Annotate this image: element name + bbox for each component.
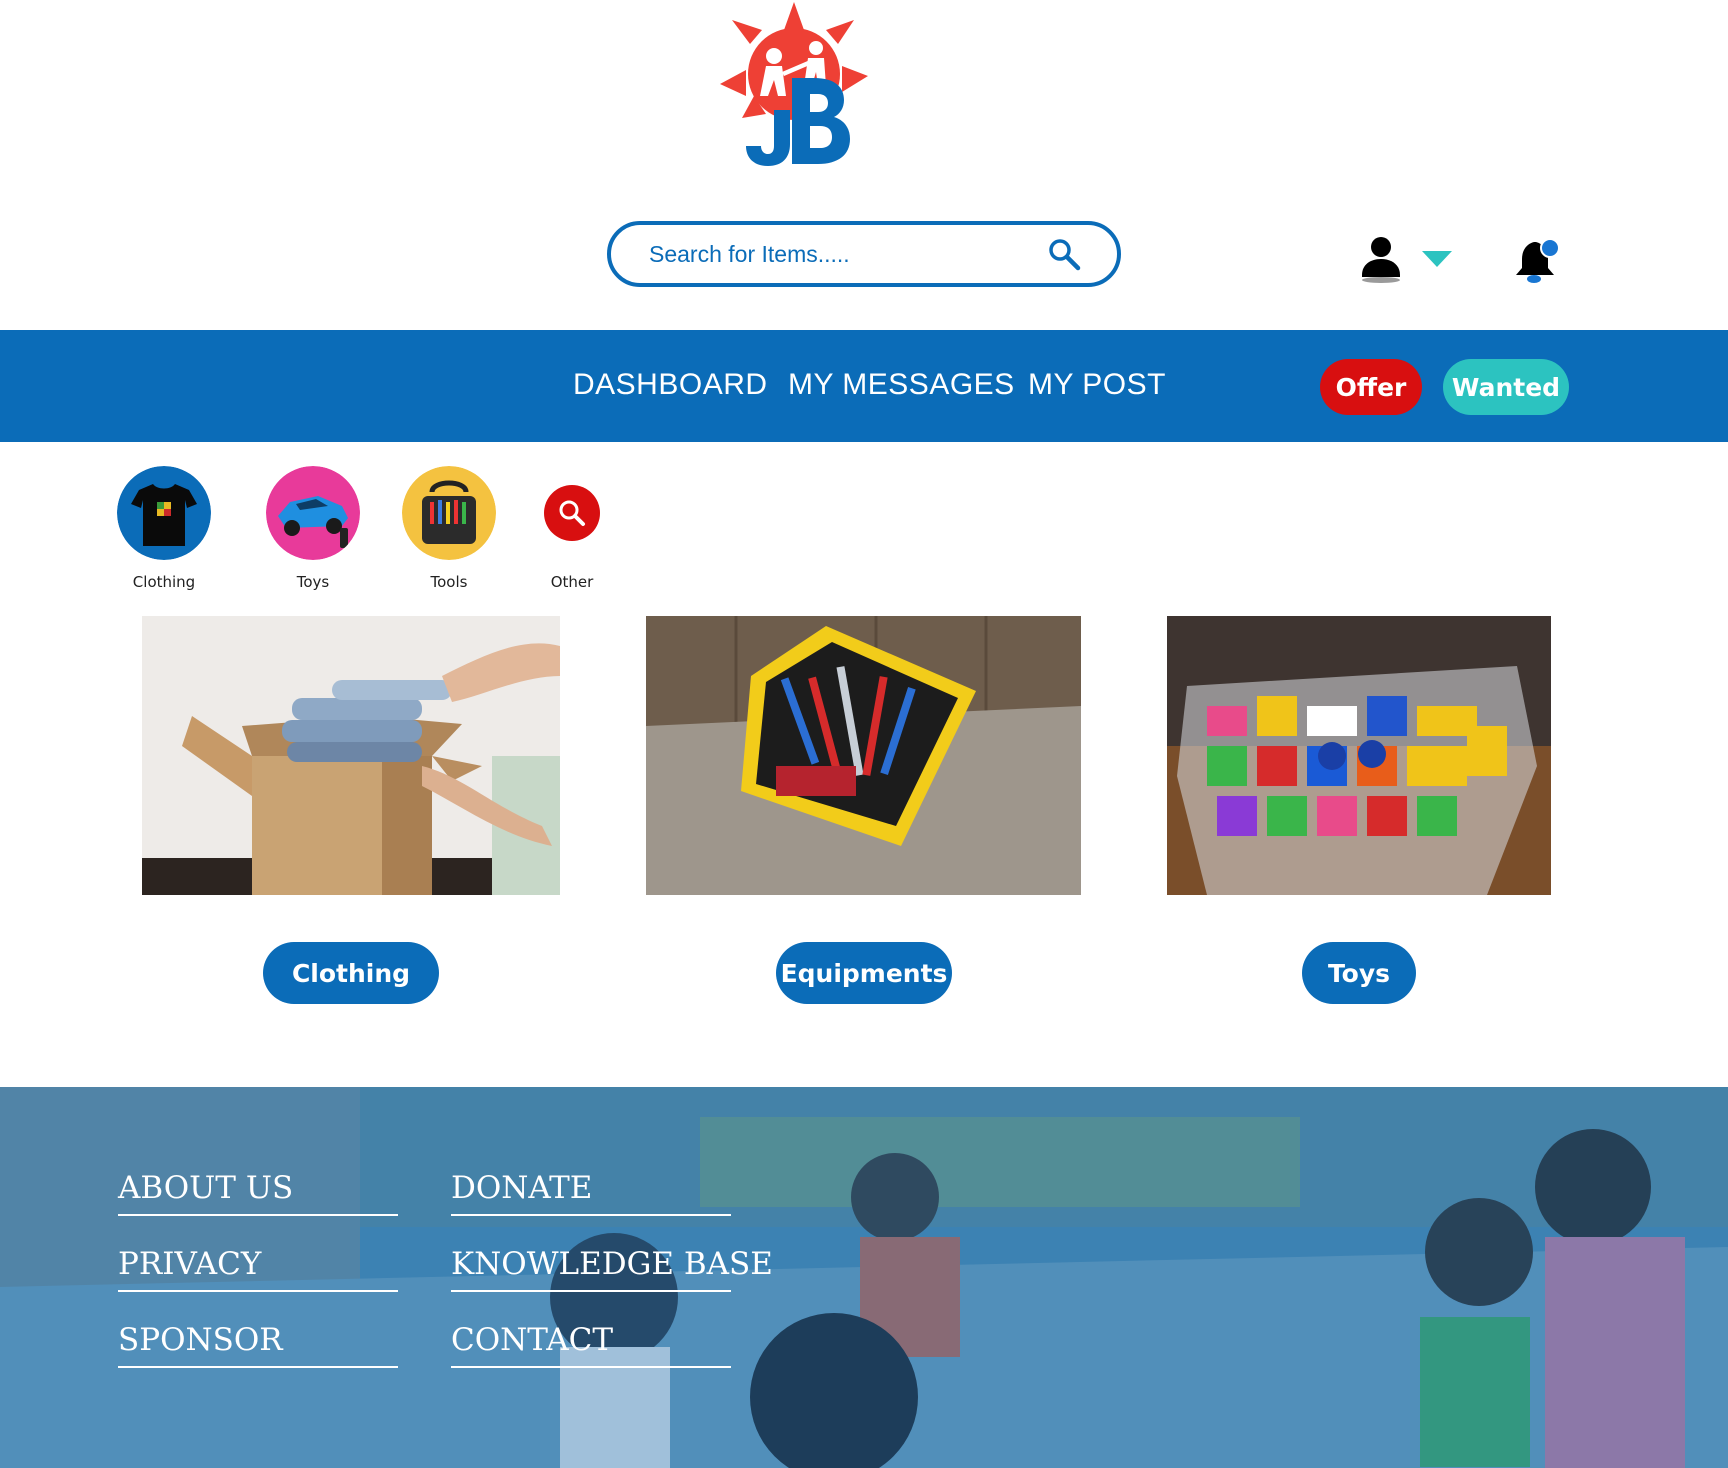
user-icon <box>1362 237 1400 283</box>
nav-my-post[interactable]: MY POST <box>1028 368 1166 402</box>
footer-about-us-link[interactable]: ABOUT US <box>118 1170 398 1216</box>
footer-knowledge-base-link[interactable]: KNOWLEDGE BASE <box>451 1246 773 1292</box>
footer-contact-link[interactable]: CONTACT <box>451 1322 731 1368</box>
category-other[interactable]: Other <box>512 466 632 591</box>
tool-bag-icon <box>402 466 496 560</box>
category-label: Other <box>550 573 594 591</box>
category-label: Tools <box>430 573 468 591</box>
category-label: Clothing <box>132 573 196 591</box>
category-clothing[interactable]: Clothing <box>104 466 224 591</box>
footer: ABOUT US PRIVACY SPONSOR DONATE KNOWLEDG… <box>0 1087 1728 1468</box>
tile-equipments-button[interactable]: Equipments <box>776 942 952 1004</box>
tile-clothing-button[interactable]: Clothing <box>263 942 439 1004</box>
bell-icon[interactable] <box>1514 236 1560 284</box>
footer-donate-link[interactable]: DONATE <box>451 1170 731 1216</box>
search-bar[interactable] <box>607 221 1121 287</box>
jb-logo[interactable] <box>720 0 868 168</box>
user-menu-button[interactable] <box>1360 234 1454 284</box>
category-label: Toys <box>296 573 330 591</box>
caret-down-icon <box>1422 251 1452 267</box>
search-icon[interactable] <box>1047 237 1081 271</box>
rc-car-icon <box>266 466 360 560</box>
category-toys[interactable]: Toys <box>253 466 373 591</box>
tshirt-icon <box>117 466 211 560</box>
footer-sponsor-link[interactable]: SPONSOR <box>118 1322 398 1368</box>
nav-my-messages[interactable]: MY MESSAGES <box>788 368 1015 402</box>
search-input[interactable] <box>649 240 1047 268</box>
toolbox-photo[interactable] <box>646 616 1081 895</box>
wanted-button[interactable]: Wanted <box>1443 359 1569 415</box>
footer-privacy-link[interactable]: PRIVACY <box>118 1246 398 1292</box>
nav-dashboard[interactable]: DASHBOARD <box>573 368 768 402</box>
clothes-box-photo[interactable] <box>142 616 560 895</box>
offer-button[interactable]: Offer <box>1320 359 1422 415</box>
search-icon <box>544 485 600 541</box>
toy-bin-photo[interactable] <box>1167 616 1551 895</box>
category-tools[interactable]: Tools <box>389 466 509 591</box>
tile-toys-button[interactable]: Toys <box>1302 942 1416 1004</box>
main-nav: DASHBOARD MY MESSAGES MY POST Offer Want… <box>0 330 1728 442</box>
page: DASHBOARD MY MESSAGES MY POST Offer Want… <box>0 0 1728 1468</box>
